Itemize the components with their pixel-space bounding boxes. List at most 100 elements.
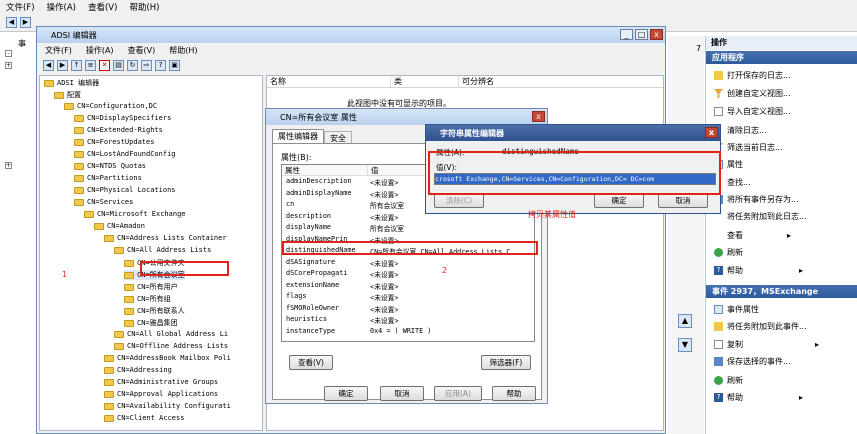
action-clear-log[interactable]: 清除日志... [714,125,767,136]
action-help[interactable]: ? 帮助 ▸ [714,265,803,276]
tree-item[interactable]: CN=所有联系人 [124,306,185,316]
action-label: 复制 [727,340,743,349]
tree-item[interactable]: CN=LostAndFoundConfig [74,150,176,158]
attr-row[interactable]: dSCorePropagati <未设置> [284,269,510,280]
menu-file[interactable]: 文件(F) [45,45,72,56]
tree-item[interactable]: CN=NTDS Quotas [74,162,146,170]
tree-item[interactable]: CN=Availability Configurati [104,402,231,410]
action-filter-log[interactable]: 筛选当前日志... [714,142,783,153]
tree-item[interactable]: CN=Services [74,198,133,206]
up-folder-icon[interactable]: ↑ [71,59,82,71]
action-event-props[interactable]: 事件属性 [714,304,759,315]
close-button[interactable]: x [650,29,663,40]
maximize-button[interactable]: □ [635,29,648,40]
move-up-icon[interactable]: ▲ [678,314,692,328]
tree-item[interactable]: CN=Extended-Rights [74,126,163,134]
menu-view[interactable]: 查看(V) [128,45,156,56]
tree-item[interactable]: CN=All Address Lists [114,246,211,254]
col-attribute[interactable]: 属性 [282,165,368,175]
tab-security[interactable]: 安全 [324,131,352,143]
clear-button[interactable]: 清除(C) [434,193,484,208]
action-copy[interactable]: 复制 ▸ [714,339,819,350]
refresh-icon[interactable]: ↻ [127,59,138,71]
action-import-view[interactable]: 导入自定义视图... [714,106,791,117]
tree-item[interactable]: CN=All Global Address Li [114,330,228,338]
action-open-log[interactable]: 打开保存的日志... [714,70,791,81]
action-attach-task-log[interactable]: 将任务附加到此日志... [714,211,807,222]
view-button[interactable]: 查看(V) [289,355,333,370]
tree-item[interactable]: 配置 [54,90,81,100]
attr-row[interactable]: fSMORoleOwner <未设置> [284,304,510,315]
menu-help[interactable]: 帮助(H) [169,45,197,56]
col-class[interactable]: 类 [391,76,459,87]
attr-row[interactable]: flags <未设置> [284,292,510,303]
back-icon[interactable]: ◀ [43,59,54,71]
export-icon[interactable]: ⇨ [141,59,152,71]
tree-item[interactable]: CN=Offline Address Lists [114,342,228,350]
tree-item[interactable]: CN=Configuration,DC [64,102,157,110]
expand-icon[interactable]: + [5,162,12,169]
tree-item[interactable]: CN=Administrative Groups [104,378,218,386]
tree-item[interactable]: CN=Partitions [74,174,142,182]
move-down-icon[interactable]: ▼ [678,338,692,352]
action-view[interactable]: 查看 ▸ [714,230,791,241]
forward-icon[interactable]: ▶ [57,59,68,71]
tab-attribute-editor[interactable]: 属性编辑器 [272,129,324,143]
attr-row[interactable]: extensionName <未设置> [284,281,510,292]
tree-icon[interactable]: ≡ [85,59,96,71]
attr-row[interactable]: heuristics <未设置> [284,315,510,326]
tree-item[interactable]: CN=Address Lists Container [104,234,227,242]
filter-button[interactable]: 筛选器(F) [481,355,531,370]
actions-section-event[interactable]: 事件 2937，MSExchange [706,285,857,298]
tree-item[interactable]: CN=所有用户 [124,282,178,292]
tree-item[interactable]: CN=DisplaySpecifiers [74,114,171,122]
delete-icon[interactable]: ✕ [99,59,110,71]
ok-button[interactable]: 确定 [324,386,368,401]
cancel-button[interactable]: 取消 [658,193,708,208]
tree-item[interactable]: CN=雅昌集团 [124,318,178,328]
action-refresh[interactable]: 刷新 [714,247,743,258]
col-dn[interactable]: 可分辨名 [459,76,519,87]
help-button[interactable]: 帮助 [492,386,536,401]
tree-item[interactable]: CN=Client Access [104,414,184,422]
attr-row[interactable]: instanceType 0x4 = ( WRITE ) [284,327,510,338]
tree-item[interactable]: CN=ForestUpdates [74,138,154,146]
action-attach-task-event[interactable]: 将任务附加到此事件... [714,321,807,332]
col-name[interactable]: 名称 [267,76,391,87]
tree-item[interactable]: CN=Microsoft Exchange [84,210,186,218]
tree-item[interactable]: CN=所有组 [124,294,171,304]
attr-row[interactable]: dSASignature <未设置> [284,258,510,269]
attr-row[interactable]: displayName 所有会议室 [284,223,510,234]
help-icon[interactable]: ? [155,59,166,71]
action-refresh-2[interactable]: 刷新 [714,375,743,386]
action-save-selected[interactable]: 保存选择的事件... [714,356,791,367]
action-help-2[interactable]: ? 帮助 ▸ [714,392,803,403]
console-icon[interactable]: ▣ [169,59,180,71]
expand-icon[interactable]: + [5,62,12,69]
forward-icon[interactable]: ▶ [20,17,31,28]
tree-item[interactable]: ADSI 编辑器 [44,78,99,88]
close-button[interactable]: x [532,111,545,122]
action-create-view[interactable]: 创建自定义视图... [714,88,791,99]
ok-button[interactable]: 确定 [594,193,644,208]
tree-item[interactable]: CN=Amadon [94,222,145,230]
properties-icon[interactable]: ▤ [113,59,124,71]
action-save-all[interactable]: 将所有事件另存为... [714,194,799,205]
actions-section-app[interactable]: 应用程序 [706,51,857,64]
menu-view[interactable]: 查看(V) [88,1,117,13]
menu-help[interactable]: 帮助(H) [129,1,159,13]
close-button[interactable]: x [705,127,718,138]
tree-item[interactable]: CN=Approval Applications [104,390,218,398]
menu-file[interactable]: 文件(F) [6,1,35,13]
menu-action[interactable]: 操作(A) [86,45,114,56]
minimize-button[interactable]: _ [620,29,633,40]
col-value[interactable]: 值 [368,165,379,175]
apply-button[interactable]: 应用(A) [434,386,482,401]
menu-action[interactable]: 操作(A) [47,1,76,13]
back-icon[interactable]: ◀ [6,17,17,28]
tree-item[interactable]: CN=Physical Locations [74,186,176,194]
cancel-button[interactable]: 取消 [380,386,424,401]
expand-icon[interactable]: - [5,50,12,57]
tree-item[interactable]: CN=Addressing [104,366,172,374]
tree-item[interactable]: CN=AddressBook Mailbox Poli [104,354,231,362]
